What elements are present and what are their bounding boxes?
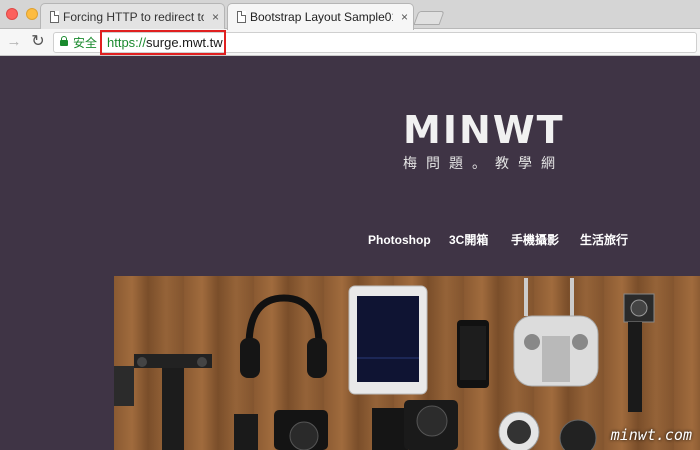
reload-icon[interactable]: ↻ — [28, 32, 48, 52]
nav-item-travel[interactable]: 生活旅行 — [580, 232, 628, 248]
tab-title: Forcing HTTP to redirect to HT — [63, 10, 204, 24]
document-icon — [50, 11, 59, 23]
tab-close-icon[interactable]: × — [401, 4, 408, 30]
tablet-shape — [348, 285, 428, 395]
drone-controller-shape — [513, 278, 599, 387]
tab-title: Bootstrap Layout Sample01 — [250, 10, 393, 24]
nav-item-mobile-photo[interactable]: 手機攝影 — [511, 232, 559, 248]
phone-shape — [457, 320, 489, 388]
action-camera-shape — [623, 293, 655, 412]
url-host: surge.mwt.tw — [146, 35, 223, 50]
gear-illustration — [114, 278, 655, 450]
gimbal-rig-shape — [114, 354, 212, 450]
url-text[interactable]: https://surge.mwt.tw — [107, 35, 223, 51]
arrow-right-icon[interactable]: → — [4, 32, 24, 52]
site-tagline: 梅問題。教學網 — [403, 155, 564, 171]
url-scheme: https:// — [107, 35, 147, 50]
browser-toolbar: → ↻ 安全 https://surge.mwt.tw — [0, 29, 700, 56]
browser-window: Forcing HTTP to redirect to HT × Bootstr… — [0, 0, 700, 450]
address-bar[interactable]: 安全 https://surge.mwt.tw — [53, 30, 697, 55]
page-content: MINWT 梅問題。教學網 Photoshop 3C開箱 手機攝影 生活旅行 m… — [0, 57, 700, 450]
new-tab-button[interactable] — [413, 11, 445, 25]
tab-forcing-http[interactable]: Forcing HTTP to redirect to HT × — [40, 3, 225, 30]
document-icon — [237, 11, 246, 23]
nav-item-photoshop[interactable]: Photoshop — [368, 232, 431, 248]
close-window-button[interactable] — [6, 8, 18, 20]
tab-strip: Forcing HTTP to redirect to HT × Bootstr… — [0, 0, 700, 30]
tab-close-icon[interactable]: × — [212, 4, 219, 30]
watermark: minwt.com — [610, 426, 692, 444]
nav-item-3c[interactable]: 3C開箱 — [449, 232, 488, 248]
site-logo[interactable]: MINWT — [403, 111, 593, 149]
tab-bootstrap-layout[interactable]: Bootstrap Layout Sample01 × — [227, 3, 414, 30]
hero-image: minwt.com — [114, 276, 700, 450]
headphones-shape — [240, 294, 327, 378]
lock-icon — [60, 36, 68, 46]
security-label: 安全 — [73, 36, 98, 50]
camera-row-shape — [234, 400, 597, 450]
minimize-window-button[interactable] — [26, 8, 38, 20]
